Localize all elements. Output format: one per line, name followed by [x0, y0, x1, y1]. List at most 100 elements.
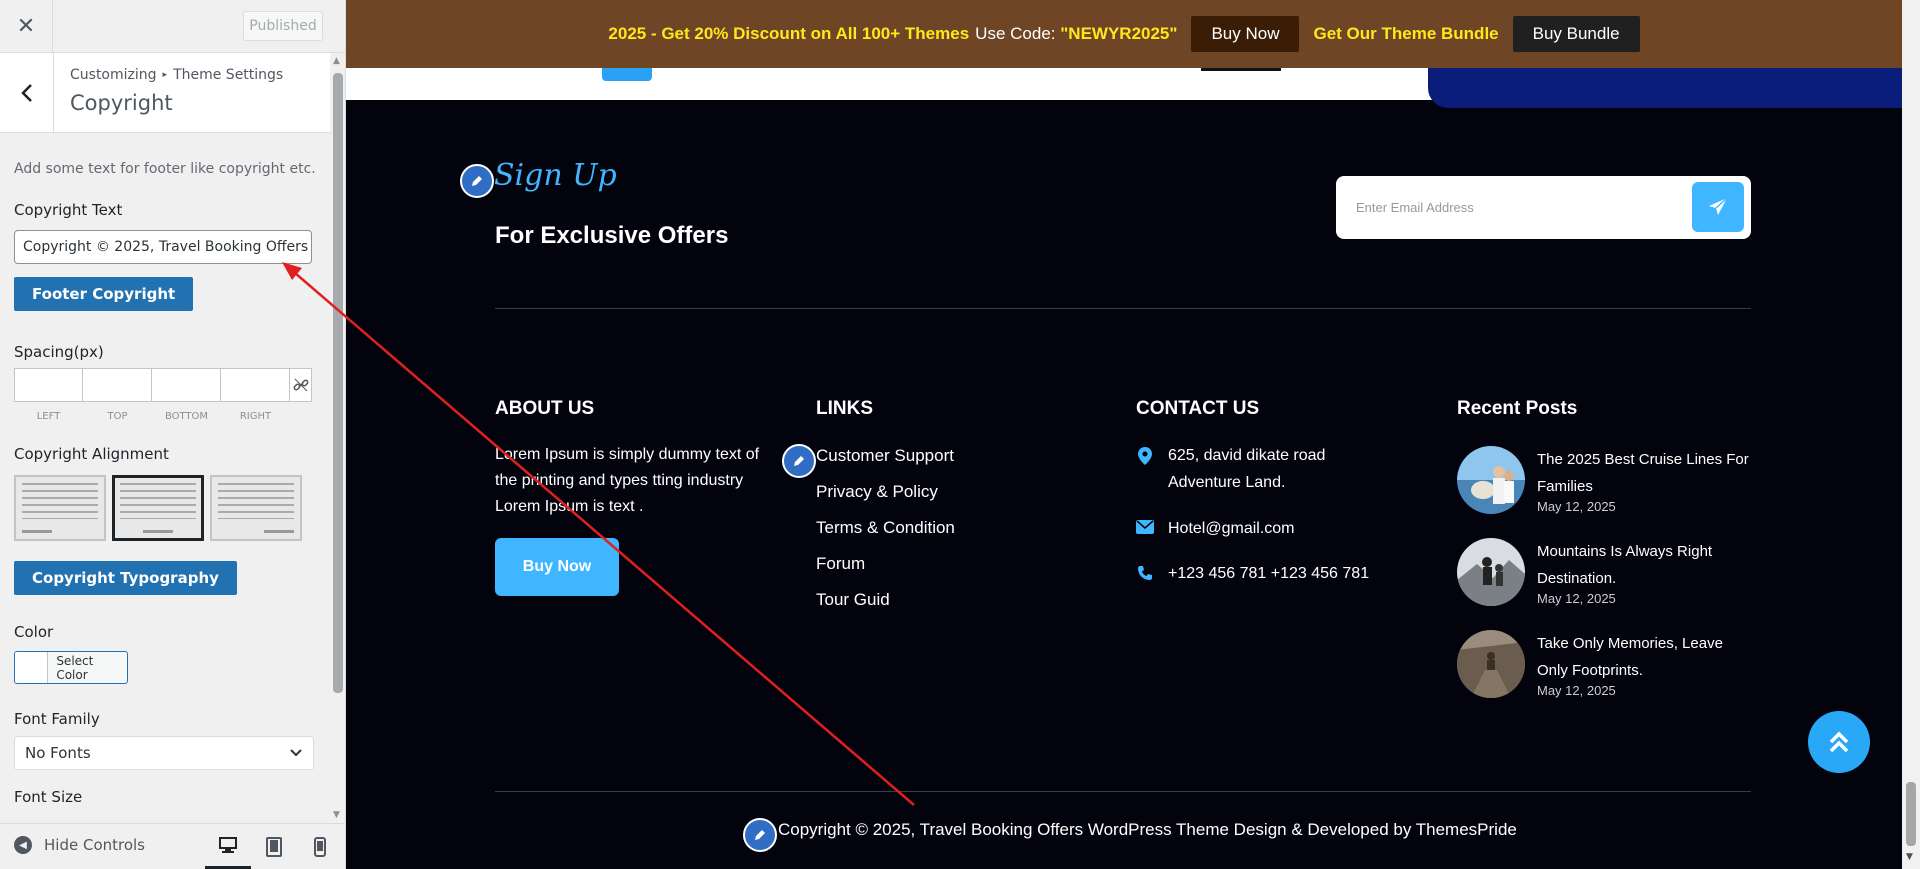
footer-link-privacy-policy[interactable]: Privacy & Policy	[816, 482, 938, 502]
post-thumbnail[interactable]	[1457, 446, 1525, 514]
spacing-top-input[interactable]	[83, 368, 152, 402]
contact-email: Hotel@gmail.com	[1136, 515, 1295, 542]
link-values-button[interactable]	[290, 368, 312, 402]
about-buy-now-button[interactable]: Buy Now	[495, 538, 619, 596]
envelope-icon	[1136, 520, 1154, 534]
section-header: Customizing ▸ Theme Settings Copyright	[0, 53, 330, 133]
about-text: Lorem Ipsum is simply dummy text of the …	[495, 446, 760, 515]
breadcrumb-item: Customizing	[70, 67, 157, 83]
back-button[interactable]	[0, 53, 54, 133]
pencil-icon	[794, 456, 804, 466]
spacing-inputs	[14, 368, 312, 402]
email-placeholder: Enter Email Address	[1356, 200, 1474, 215]
spacing-top-label: TOP	[107, 411, 128, 422]
spacing-left-input[interactable]	[14, 368, 83, 402]
color-swatch	[15, 652, 49, 683]
font-family-select[interactable]: No Fonts	[14, 736, 314, 770]
hide-controls-button[interactable]: ◀ Hide Controls	[14, 836, 145, 854]
blue-tab-decor	[602, 68, 652, 81]
font-size-label: Font Size	[14, 788, 83, 806]
align-center-option[interactable]	[112, 475, 204, 541]
scroll-down-icon[interactable]: ▼	[333, 810, 340, 820]
scrollbar-thumb[interactable]	[333, 73, 343, 693]
chevron-left-icon	[20, 84, 32, 102]
promo-code: "NEWYR2025"	[1060, 24, 1178, 43]
scroll-to-top-button[interactable]	[1808, 711, 1870, 773]
page-content-bottom	[346, 68, 1902, 108]
about-heading: ABOUT US	[495, 398, 595, 419]
map-pin-icon	[1138, 447, 1152, 465]
copyright-divider	[495, 791, 1751, 792]
footer-copyright-text: Copyright © 2025, Travel Booking Offers …	[778, 820, 1517, 839]
hide-controls-label: Hide Controls	[44, 836, 146, 854]
customizer-sidebar: ✕ Published Customizing ▸ Theme Settings C…	[0, 0, 346, 869]
spacing-right-input[interactable]	[221, 368, 290, 402]
color-label: Color	[14, 623, 54, 641]
pencil-icon	[472, 176, 482, 186]
newsletter-submit-button[interactable]	[1692, 182, 1744, 232]
recent-post-item: Take Only Memories, Leave Only Footprint…	[1457, 630, 1757, 702]
scrollbar-thumb[interactable]	[1906, 782, 1916, 846]
dark-pill-decor	[1201, 68, 1281, 71]
device-switcher	[205, 824, 343, 869]
footer-link-terms[interactable]: Terms & Condition	[816, 518, 955, 538]
spacing-label: Spacing(px)	[14, 343, 104, 361]
post-thumbnail[interactable]	[1457, 630, 1525, 698]
spacing-bottom-label: BOTTOM	[164, 411, 209, 422]
pencil-icon	[755, 830, 765, 840]
contact-address: 625, david dikate road Adventure Land.	[1136, 442, 1356, 496]
customizer-header: ✕ Published	[0, 0, 345, 53]
mobile-preview-button[interactable]	[297, 824, 343, 869]
promo-buy-now-button[interactable]: Buy Now	[1191, 16, 1300, 52]
post-title[interactable]: Mountains Is Always Right Destination.	[1537, 538, 1757, 592]
mobile-icon	[314, 837, 326, 857]
edit-shortcut-button[interactable]	[743, 818, 777, 852]
spacing-right-label: RIGHT	[239, 411, 272, 422]
footer-link-forum[interactable]: Forum	[816, 554, 865, 574]
footer-link-tour-guid[interactable]: Tour Guid	[816, 590, 890, 610]
align-left-option[interactable]	[14, 475, 106, 541]
post-thumbnail[interactable]	[1457, 538, 1525, 606]
close-icon: ✕	[16, 14, 36, 39]
section-title: Copyright	[70, 91, 173, 115]
copyright-text-input[interactable]: Copyright © 2025, Travel Booking Offers	[14, 230, 312, 264]
promo-discount-text: 2025 - Get 20% Discount on All 100+ Them…	[608, 24, 970, 43]
spacing-field-labels: LEFT TOP BOTTOM RIGHT	[14, 411, 290, 422]
promo-code-label: Use Code:	[975, 24, 1056, 43]
spacing-bottom-input[interactable]	[152, 368, 221, 402]
footer-link-customer-support[interactable]: Customer Support	[816, 446, 954, 466]
recent-post-item: Mountains Is Always Right Destination. M…	[1457, 538, 1757, 610]
double-chevron-up-icon	[1829, 731, 1849, 753]
close-customizer-button[interactable]: ✕	[0, 0, 53, 53]
promo-buy-bundle-button[interactable]: Buy Bundle	[1512, 16, 1640, 52]
breadcrumb-item: Theme Settings	[173, 67, 284, 83]
promo-bar: 2025 - Get 20% Discount on All 100+ Them…	[346, 0, 1902, 68]
scroll-down-icon[interactable]: ▼	[1906, 852, 1913, 862]
chevron-down-icon	[290, 749, 302, 757]
contact-email-text[interactable]: Hotel@gmail.com	[1168, 515, 1295, 542]
edit-shortcut-button[interactable]	[460, 164, 494, 198]
publish-button[interactable]: Published	[243, 11, 323, 41]
contact-phone-text[interactable]: +123 456 781 +123 456 781	[1168, 560, 1369, 587]
contact-address-text: 625, david dikate road Adventure Land.	[1168, 447, 1326, 491]
signup-title: Sign Up	[494, 158, 617, 193]
navy-shape-decor	[1428, 68, 1902, 108]
post-title[interactable]: Take Only Memories, Leave Only Footprint…	[1537, 630, 1757, 684]
collapse-icon: ◀	[14, 836, 32, 854]
email-input[interactable]: Enter Email Address	[1356, 176, 1686, 239]
desktop-preview-button[interactable]	[205, 824, 251, 869]
footer-copyright-button[interactable]: Footer Copyright	[14, 277, 194, 311]
sidebar-scrollbar[interactable]: ▲ ▼	[330, 53, 345, 823]
align-right-option[interactable]	[210, 475, 302, 541]
edit-shortcut-button[interactable]	[782, 444, 816, 478]
preview-scrollbar[interactable]: ▼	[1902, 0, 1920, 869]
post-title[interactable]: The 2025 Best Cruise Lines For Families	[1537, 446, 1757, 500]
select-color-button[interactable]: Select Color	[14, 651, 128, 684]
alignment-options	[14, 475, 302, 541]
unlink-icon	[293, 378, 308, 392]
scroll-up-icon[interactable]: ▲	[333, 56, 340, 66]
contact-heading: CONTACT US	[1136, 398, 1260, 419]
copyright-typography-button[interactable]: Copyright Typography	[14, 561, 237, 595]
phone-icon	[1138, 566, 1152, 580]
tablet-preview-button[interactable]	[251, 824, 297, 869]
